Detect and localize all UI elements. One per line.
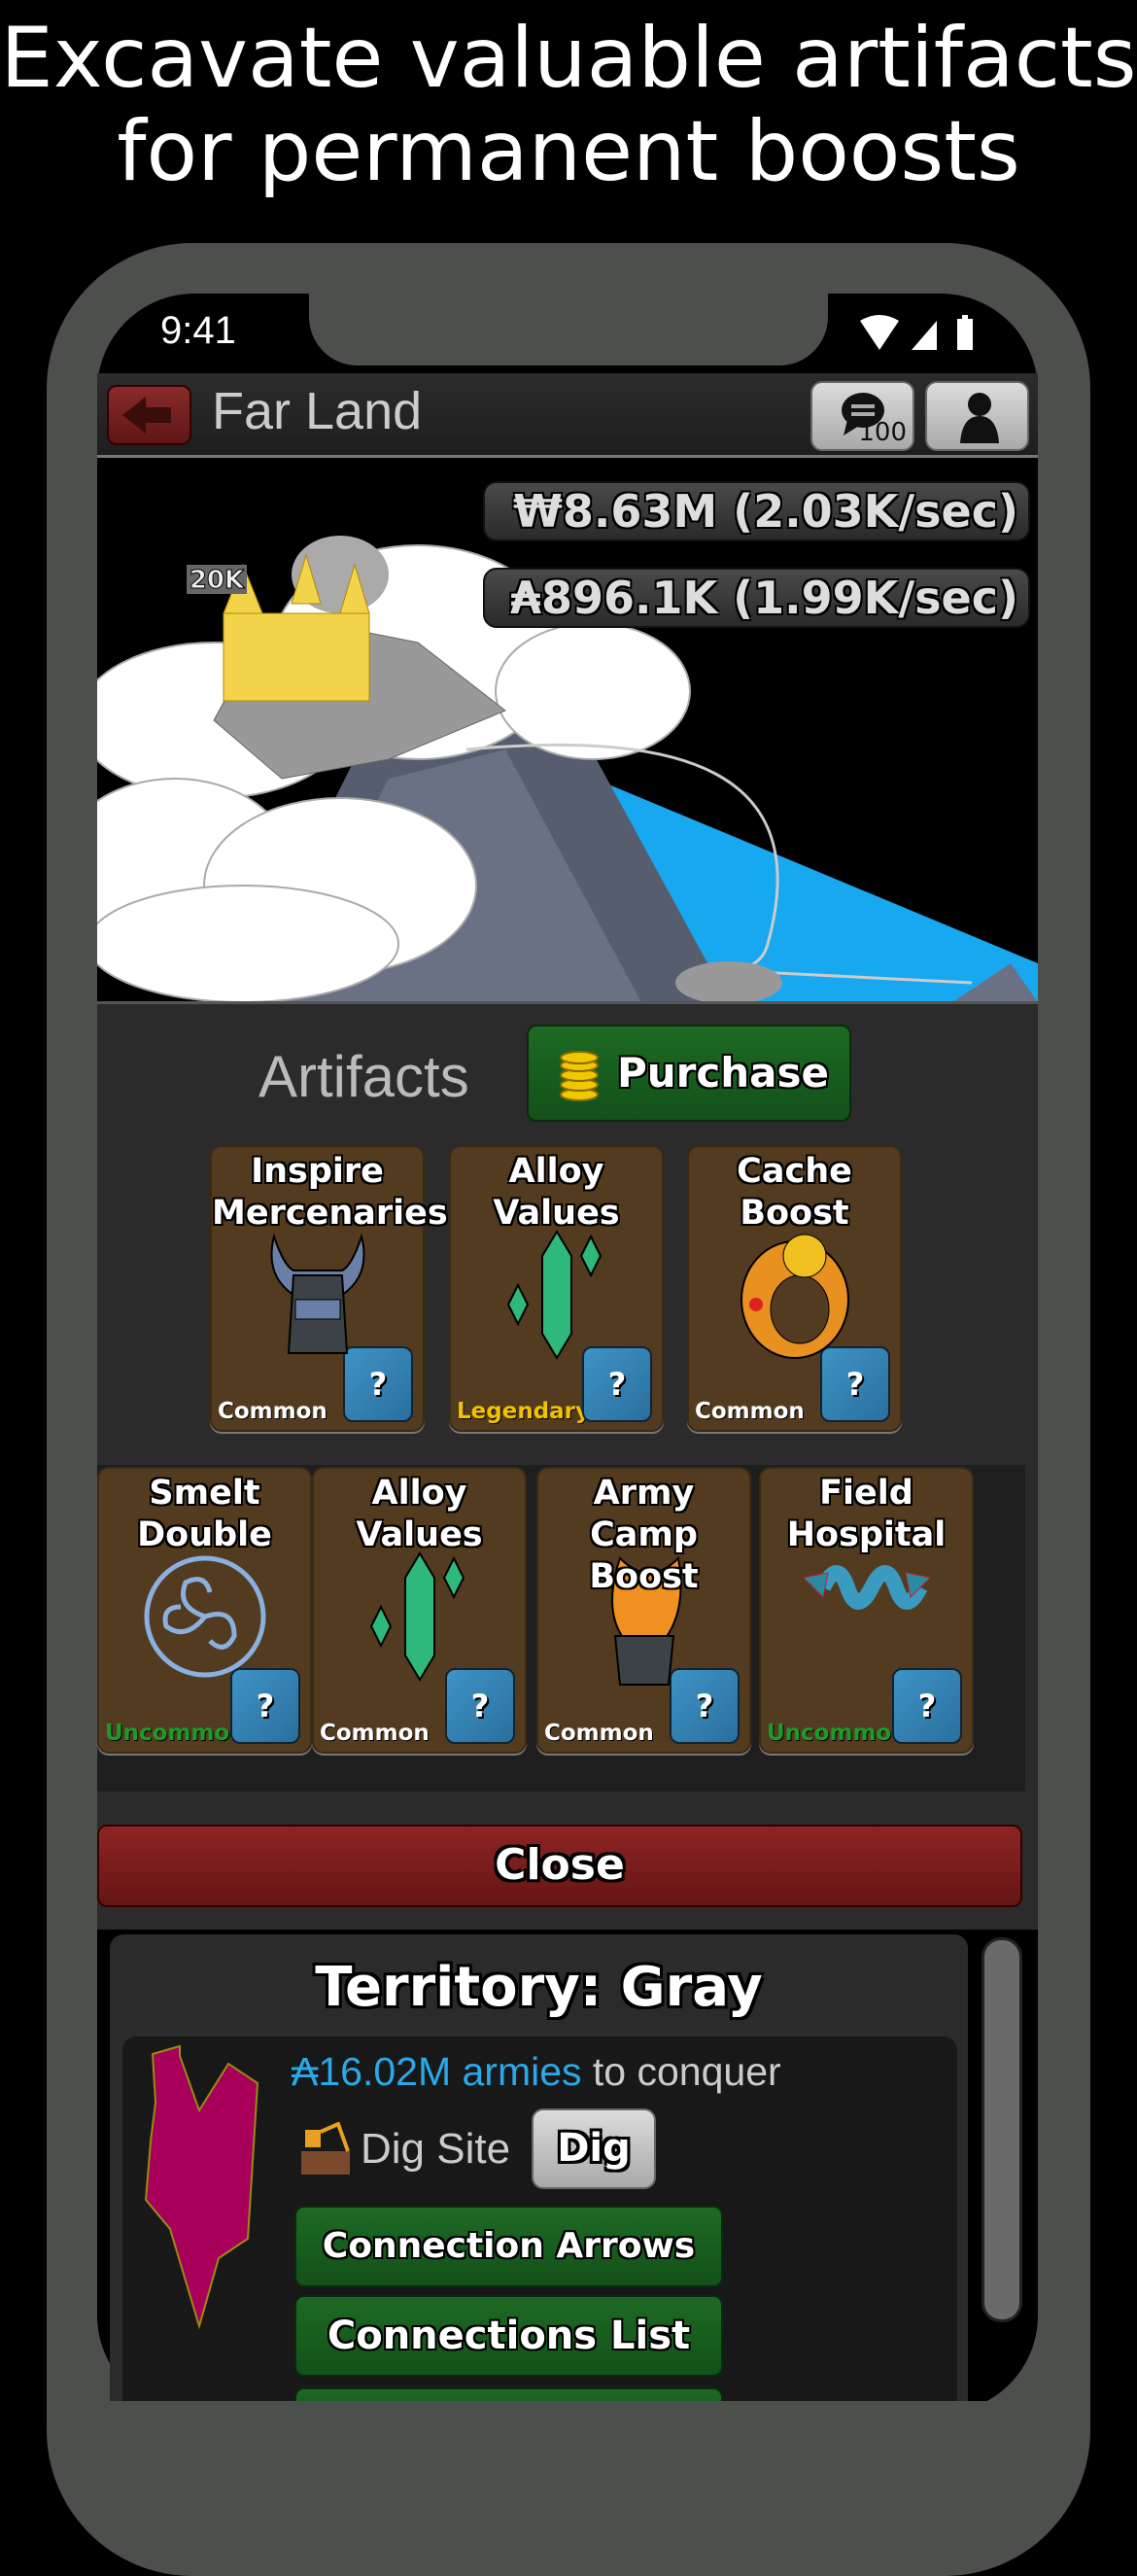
purchase-button[interactable]: Purchase <box>527 1025 851 1122</box>
skull-ring-icon <box>740 1234 849 1359</box>
scrollbar[interactable] <box>982 1937 1022 2322</box>
dig-button[interactable]: Dig <box>532 2108 656 2189</box>
artifacts-title: Artifacts <box>258 1044 469 1109</box>
artifact-name: Cache Boost <box>737 1152 852 1233</box>
triskelion-amulet-icon <box>144 1555 265 1678</box>
crystal-icon <box>506 1230 602 1360</box>
signal-icon <box>912 321 937 350</box>
artifact-name: Army Camp Boost <box>589 1474 699 1596</box>
connection-arrows-button[interactable]: Connection Arrows <box>294 2206 723 2287</box>
purchase-label: Purchase <box>616 1049 830 1097</box>
armies-resource-display: ₳896.1K (1.99K/sec) <box>483 568 1030 628</box>
artifact-name: Field Hospital <box>786 1474 947 1554</box>
page-title: Far Land <box>212 382 423 440</box>
artifact-card[interactable]: Alloy Values Legendary? <box>449 1145 664 1432</box>
artifact-rarity: Uncommon <box>105 1721 246 1746</box>
battery-icon <box>957 315 973 350</box>
promo-line: Excavate valuable artifacts <box>0 10 1137 107</box>
artifact-rarity: Common <box>320 1721 430 1746</box>
arrow-left-icon <box>122 397 171 434</box>
artifact-rarity: Common <box>544 1721 654 1746</box>
artifact-card[interactable]: Field Hospital Uncommon? <box>759 1467 974 1754</box>
chat-badge: 100 <box>858 418 907 447</box>
territory-panel: Territory: Gray ₳16.02M armies to conque… <box>110 1934 968 2426</box>
promo-headline: Excavate valuable artifacts for permanent… <box>0 12 1137 198</box>
profile-button[interactable] <box>925 381 1029 451</box>
artifact-card[interactable]: Alloy Values Common? <box>312 1467 527 1754</box>
castle-level-label: 20K <box>190 566 245 595</box>
promo-line: for permanent boosts <box>117 103 1020 200</box>
wifi-icon <box>860 315 899 350</box>
close-button[interactable]: Close <box>97 1825 1022 1907</box>
artifact-name: Smelt Double <box>137 1474 272 1554</box>
territory-title: Territory: Gray <box>315 1956 763 2019</box>
artifact-card[interactable]: Inspire Mercenaries Common? <box>210 1145 448 1432</box>
armies-amount: ₳16.02M armies <box>292 2049 582 2094</box>
connections-list-button[interactable]: Connections List <box>294 2295 723 2377</box>
artifact-name: Alloy Values <box>356 1474 483 1554</box>
artifact-name: Inspire Mercenaries <box>212 1152 448 1233</box>
artifact-rarity: Common <box>218 1399 327 1424</box>
artifact-card[interactable]: Cache Boost Common? <box>687 1145 902 1432</box>
artifact-rarity: Uncommon <box>767 1721 908 1746</box>
artifact-rarity: Legendary <box>457 1399 591 1424</box>
chat-button[interactable]: 100 <box>810 381 914 451</box>
crystal-icon <box>369 1551 465 1682</box>
artifacts-panel: Artifacts Purchase Close <box>97 1001 1038 1930</box>
artifact-name: Alloy Values <box>493 1152 620 1233</box>
excavator-icon <box>301 2122 350 2175</box>
artifact-rarity: Common <box>695 1399 805 1424</box>
close-label: Close <box>495 1840 625 1890</box>
territory-shape <box>144 2044 259 2330</box>
phone-bottom-bezel <box>97 2401 1038 2479</box>
dig-label: Dig <box>557 2126 631 2171</box>
person-icon <box>960 393 999 443</box>
notch <box>309 282 828 366</box>
dig-site-label: Dig Site <box>361 2125 511 2173</box>
viking-helmet-icon <box>270 1233 364 1354</box>
gold-coins-icon <box>560 1051 599 1101</box>
header-bar: Far Land 100 <box>97 373 1038 458</box>
armies-to-conquer: ₳16.02M armies to conquer <box>292 2049 781 2095</box>
status-time: 9:41 <box>160 309 236 352</box>
status-icons <box>860 315 973 350</box>
back-button[interactable] <box>107 385 191 445</box>
serpent-icon <box>803 1565 930 1610</box>
artifact-card[interactable]: Smelt Double Uncommon? <box>97 1467 312 1754</box>
artifact-card[interactable]: Army Camp Boost Common? <box>536 1467 751 1754</box>
gold-resource-display: ₩8.63M (2.03K/sec) <box>483 481 1030 541</box>
armies-suffix: to conquer <box>581 2049 781 2094</box>
